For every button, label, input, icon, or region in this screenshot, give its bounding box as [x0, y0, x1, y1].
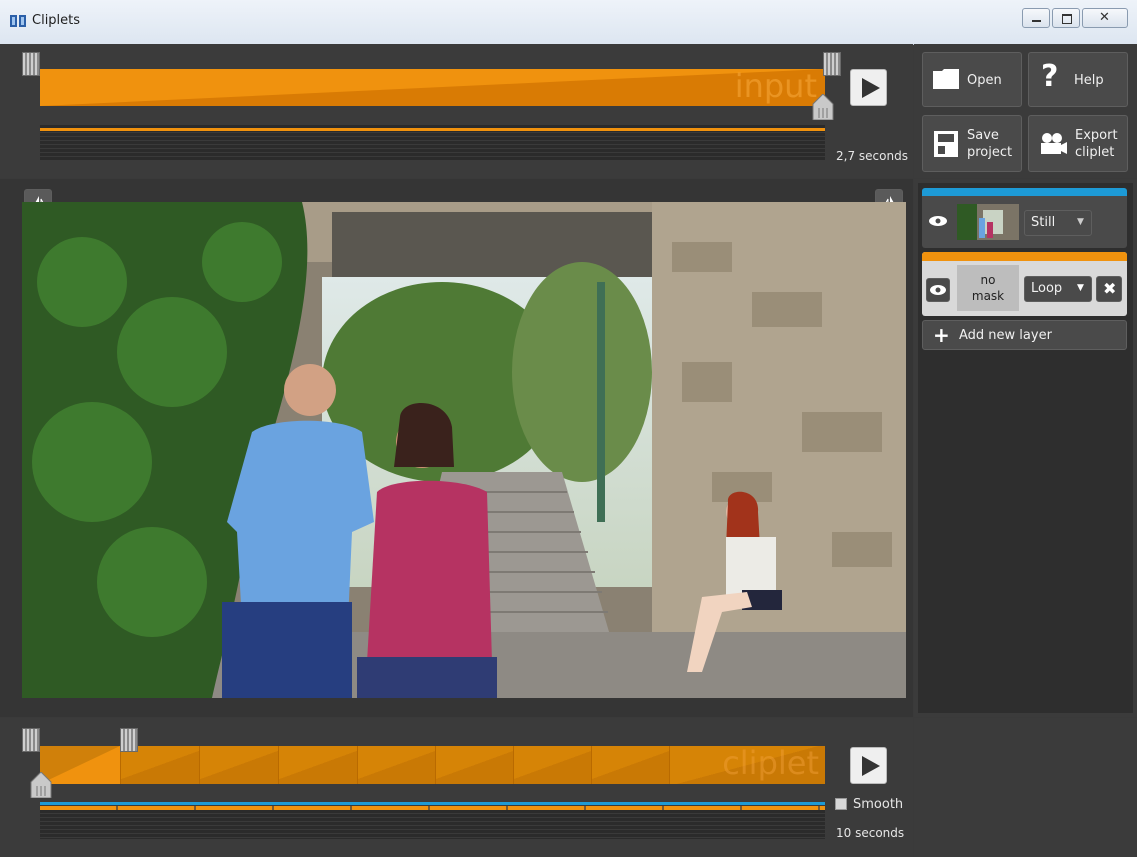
floppy-disk-icon	[934, 131, 958, 157]
minimize-icon	[1032, 20, 1041, 22]
chevron-down-icon: ▼	[1077, 217, 1084, 227]
help-icon: ?	[1041, 59, 1059, 94]
input-ramp-shape	[40, 69, 825, 106]
cliplet-playhead-handle[interactable]	[30, 772, 52, 798]
loop-cell	[278, 746, 357, 784]
delete-x-icon: ✖	[1103, 279, 1117, 298]
smooth-label: Smooth	[853, 797, 904, 812]
open-button-label: Open	[967, 73, 1002, 88]
loop-layer-row[interactable]: no mask Loop ▼ ✖	[922, 252, 1127, 316]
loop-cell	[357, 746, 435, 784]
cliplet-ramp-shape	[40, 746, 120, 784]
maximize-icon	[1062, 14, 1072, 24]
still-layer-color-bar	[922, 188, 1127, 196]
play-icon	[862, 756, 880, 776]
input-watermark: input	[734, 69, 817, 105]
loop-layer-color-bar	[922, 252, 1127, 261]
cliplet-duration-label: 10 seconds	[836, 826, 905, 840]
eye-icon[interactable]	[928, 214, 948, 228]
still-layer-row[interactable]: Still ▼	[922, 188, 1127, 248]
loop-cell	[199, 746, 278, 784]
still-layer-mode-dropdown[interactable]: Still ▼	[1024, 210, 1092, 236]
chevron-down-icon: ▼	[1077, 283, 1084, 293]
mask-label-line2: mask	[971, 289, 1005, 303]
loop-layer-visibility-button[interactable]	[926, 278, 950, 302]
help-button-label: Help	[1074, 73, 1104, 88]
loop-cell	[591, 746, 669, 784]
cliplets-app-icon	[10, 15, 26, 27]
export-cliplet-button[interactable]: Export cliplet	[1028, 115, 1128, 172]
input-track-lines	[40, 125, 825, 160]
minimize-button[interactable]	[1022, 8, 1050, 28]
play-icon	[862, 78, 880, 98]
still-layer-thumbnail	[957, 204, 1019, 240]
cliplet-range-bar[interactable]: cliplet	[40, 746, 825, 784]
loop-layer-track	[40, 806, 825, 810]
loop-layer-mode-dropdown[interactable]: Loop ▼	[1024, 276, 1092, 302]
cliplet-start-handle[interactable]	[22, 728, 40, 752]
delete-layer-button[interactable]: ✖	[1096, 276, 1122, 302]
input-start-handle[interactable]	[22, 52, 40, 76]
title-bar	[0, 0, 1137, 45]
cliplet-loop-handle[interactable]	[120, 728, 138, 752]
still-layer-mode-value: Still	[1031, 215, 1056, 230]
mask-label-line1: no	[980, 273, 996, 287]
video-camera-icon	[1041, 133, 1067, 154]
add-new-layer-button[interactable]: + Add new layer	[922, 320, 1127, 350]
input-track-highlight	[40, 128, 825, 131]
open-button[interactable]: Open	[922, 52, 1022, 107]
input-duration-label: 2,7 seconds	[836, 149, 908, 163]
cliplet-watermark: cliplet	[722, 746, 819, 782]
input-end-handle[interactable]	[823, 52, 841, 76]
close-icon: ✕	[1099, 10, 1110, 25]
export-label-line1: Export	[1075, 128, 1118, 143]
still-layer-track	[40, 802, 825, 805]
plus-icon: +	[933, 323, 950, 347]
play-cliplet-button[interactable]	[850, 747, 887, 784]
mask-thumbnail[interactable]: no mask	[957, 265, 1019, 311]
video-frame-image	[22, 202, 906, 698]
add-new-layer-label: Add new layer	[959, 328, 1052, 343]
smooth-checkbox[interactable]	[835, 798, 847, 810]
loop-layer-mode-value: Loop	[1031, 281, 1063, 296]
maximize-button[interactable]	[1052, 8, 1080, 28]
cliplet-track-lines	[40, 802, 825, 839]
folder-icon	[933, 69, 959, 89]
close-window-button[interactable]: ✕	[1082, 8, 1128, 28]
save-label-line1: Save	[967, 128, 999, 143]
loop-cell	[435, 746, 513, 784]
window-title: Cliplets	[32, 13, 81, 28]
bottom-right-panel	[914, 718, 1137, 857]
eye-icon	[930, 285, 946, 295]
save-project-button[interactable]: Save project	[922, 115, 1022, 172]
save-label-line2: project	[967, 145, 1013, 160]
input-playhead-handle[interactable]	[812, 94, 834, 120]
loop-cell	[513, 746, 591, 784]
input-range-bar[interactable]: input	[40, 69, 825, 106]
help-button[interactable]: ? Help	[1028, 52, 1128, 107]
export-label-line2: cliplet	[1075, 145, 1115, 160]
play-input-button[interactable]	[850, 69, 887, 106]
